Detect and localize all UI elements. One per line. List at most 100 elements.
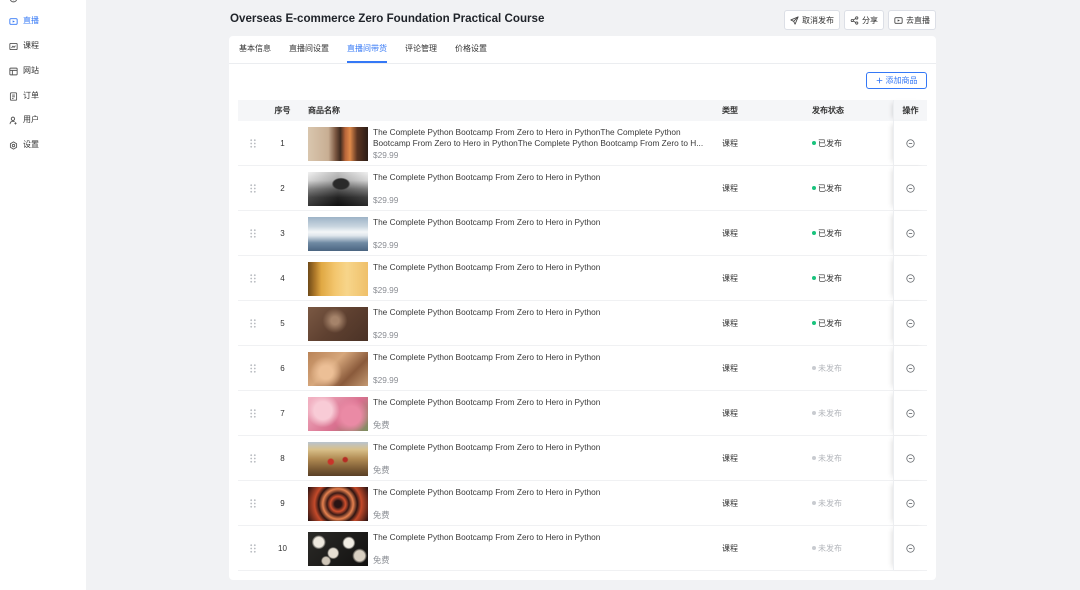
row-actions xyxy=(893,391,927,435)
remove-icon[interactable] xyxy=(906,318,915,328)
row-index: 4 xyxy=(280,273,285,283)
tab-room-settings[interactable]: 直播间设置 xyxy=(289,36,329,63)
product-title: The Complete Python Bootcamp From Zero t… xyxy=(373,217,601,227)
product-cell: The Complete Python Bootcamp From Zero t… xyxy=(297,391,722,435)
drag-handle[interactable] xyxy=(238,166,268,210)
row-actions xyxy=(893,301,927,345)
product-thumbnail xyxy=(308,442,368,476)
row-index: 8 xyxy=(280,453,285,463)
remove-icon[interactable] xyxy=(906,543,915,553)
drag-handle[interactable] xyxy=(238,526,268,570)
tab-pricing[interactable]: 价格设置 xyxy=(455,36,487,63)
remove-icon[interactable] xyxy=(906,183,915,193)
publish-status: 已发布 xyxy=(812,166,893,210)
table-header: 序号 商品名称 类型 发布状态 操作 xyxy=(238,100,927,121)
drag-handle[interactable] xyxy=(238,436,268,480)
drag-handle[interactable] xyxy=(238,211,268,255)
row-index: 3 xyxy=(280,228,285,238)
sidebar-item-users[interactable]: 用户 xyxy=(9,112,39,128)
product-type: 课程 xyxy=(722,138,738,148)
product-table: 序号 商品名称 类型 发布状态 操作 1 The Complete Python… xyxy=(238,100,927,571)
drag-handle[interactable] xyxy=(238,301,268,345)
product-type: 课程 xyxy=(722,408,738,418)
row-index: 6 xyxy=(280,363,285,373)
drag-handle[interactable] xyxy=(238,346,268,390)
product-cell: The Complete Python Bootcamp From Zero t… xyxy=(297,481,722,525)
status-dot xyxy=(812,411,816,415)
remove-icon[interactable] xyxy=(906,453,915,463)
drag-handle[interactable] xyxy=(238,121,268,165)
sidebar-partial-icon xyxy=(9,0,18,3)
row-actions xyxy=(893,526,927,570)
remove-icon[interactable] xyxy=(906,363,915,373)
row-actions xyxy=(893,481,927,525)
status-dot xyxy=(812,231,816,235)
column-header-drag xyxy=(238,100,268,121)
product-type: 课程 xyxy=(722,273,738,283)
drag-handle[interactable] xyxy=(238,256,268,300)
table-row: 9 The Complete Python Bootcamp From Zero… xyxy=(238,481,927,526)
column-header-status: 发布状态 xyxy=(812,106,844,115)
row-actions xyxy=(893,211,927,255)
sidebar-item-label: 订单 xyxy=(23,91,39,100)
share-label: 分享 xyxy=(862,15,878,25)
remove-icon[interactable] xyxy=(906,138,915,148)
status-dot xyxy=(812,456,816,460)
product-type: 课程 xyxy=(722,183,738,193)
table-row: 10 The Complete Python Bootcamp From Zer… xyxy=(238,526,927,571)
sidebar-item-settings[interactable]: 设置 xyxy=(9,137,39,153)
share-icon xyxy=(850,15,859,25)
product-title: The Complete Python Bootcamp From Zero t… xyxy=(373,487,601,497)
drag-handle-icon xyxy=(250,543,256,553)
product-title: The Complete Python Bootcamp From Zero t… xyxy=(373,127,704,148)
tab-comments[interactable]: 评论管理 xyxy=(405,36,437,63)
product-type: 课程 xyxy=(722,363,738,373)
status-text: 已发布 xyxy=(818,138,842,148)
sidebar-item-label: 用户 xyxy=(23,115,39,124)
product-type: 课程 xyxy=(722,228,738,238)
product-info: The Complete Python Bootcamp From Zero t… xyxy=(373,442,711,476)
row-index: 2 xyxy=(280,183,285,193)
column-header-name: 商品名称 xyxy=(308,106,340,115)
drag-handle[interactable] xyxy=(238,481,268,525)
sidebar-item-orders[interactable]: 订单 xyxy=(9,88,39,104)
product-info: The Complete Python Bootcamp From Zero t… xyxy=(373,352,711,386)
remove-icon[interactable] xyxy=(906,228,915,238)
status-text: 未发布 xyxy=(818,453,842,463)
row-actions xyxy=(893,121,927,165)
product-price: 免费 xyxy=(373,465,390,475)
product-type: 课程 xyxy=(722,453,738,463)
unpublish-button[interactable]: 取消发布 xyxy=(784,10,840,30)
remove-icon[interactable] xyxy=(906,498,915,508)
publish-status: 已发布 xyxy=(812,256,893,300)
table-row: 7 The Complete Python Bootcamp From Zero… xyxy=(238,391,927,436)
status-dot xyxy=(812,321,816,325)
drag-handle[interactable] xyxy=(238,391,268,435)
tab-basic-info[interactable]: 基本信息 xyxy=(239,36,271,63)
remove-icon[interactable] xyxy=(906,408,915,418)
product-price: $29.99 xyxy=(373,150,399,160)
go-live-button[interactable]: 去直播 xyxy=(888,10,936,30)
order-icon xyxy=(9,91,18,101)
share-button[interactable]: 分享 xyxy=(844,10,884,30)
sidebar-item-website[interactable]: 网站 xyxy=(9,63,39,79)
row-actions xyxy=(893,256,927,300)
product-price: 免费 xyxy=(373,420,390,430)
publish-status: 未发布 xyxy=(812,346,893,390)
sidebar-item-course[interactable]: 课程 xyxy=(9,38,39,54)
sidebar-item-live[interactable]: 直播 xyxy=(9,13,39,29)
product-price: $29.99 xyxy=(373,285,399,295)
product-title: The Complete Python Bootcamp From Zero t… xyxy=(373,352,601,362)
add-product-button[interactable]: 添加商品 xyxy=(866,72,927,89)
product-price: $29.99 xyxy=(373,330,399,340)
header-actions: 取消发布 分享 去直播 xyxy=(784,10,936,30)
remove-icon[interactable] xyxy=(906,273,915,283)
tab-room-products[interactable]: 直播间带货 xyxy=(347,36,387,63)
row-index: 1 xyxy=(280,138,285,148)
product-price: $29.99 xyxy=(373,195,399,205)
product-thumbnail xyxy=(308,532,368,566)
publish-status: 已发布 xyxy=(812,301,893,345)
status-dot xyxy=(812,141,816,145)
video-icon xyxy=(9,17,18,26)
sidebar-item-label: 课程 xyxy=(23,41,39,50)
